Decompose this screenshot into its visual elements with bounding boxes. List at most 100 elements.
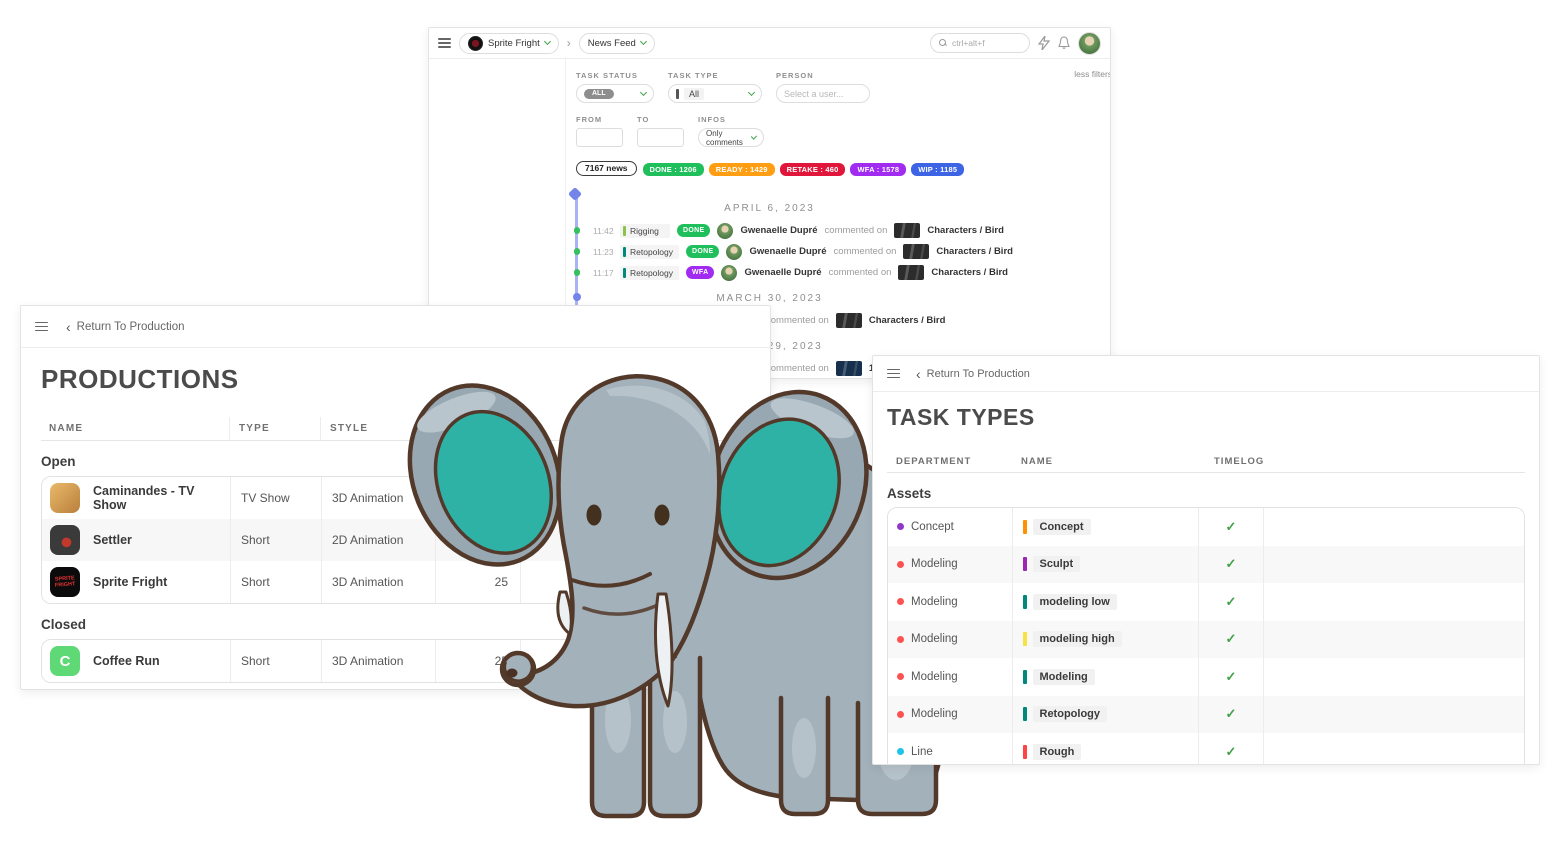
from-input[interactable] xyxy=(576,128,623,147)
production-select-value: Sprite Fright xyxy=(488,38,540,49)
production-thumbnail xyxy=(50,525,80,555)
filters-row-2: FROM TO INFOS Only comments xyxy=(576,115,1110,147)
hamburger-icon[interactable] xyxy=(438,38,451,48)
task-type-row[interactable]: Modeling Sculpt ✓ xyxy=(888,546,1524,584)
person-label: PERSON xyxy=(776,71,870,80)
task-types-table: Concept Concept ✓ Modeling Sculpt ✓ Mode… xyxy=(887,507,1525,765)
target-name[interactable]: Characters / Bird xyxy=(927,225,1004,236)
bell-icon[interactable] xyxy=(1058,36,1070,50)
production-name: Coffee Run xyxy=(93,654,160,668)
task-type-row[interactable]: Modeling modeling high ✓ xyxy=(888,621,1524,659)
feed-date: APRIL 6, 2023 xyxy=(724,203,815,214)
task-type-row[interactable]: Line Rough ✓ xyxy=(888,733,1524,765)
task-types-table-headers: DEPARTMENT NAME TIMELOG xyxy=(887,451,1525,473)
column-header-timelog: TIMELOG xyxy=(1197,456,1263,467)
action-text: commented on xyxy=(829,267,892,278)
department-dot xyxy=(897,673,904,680)
task-type-name: Retopology xyxy=(1033,706,1108,722)
task-color-bar xyxy=(1023,557,1027,571)
production-name: Sprite Fright xyxy=(93,575,167,589)
timeline-date-dot xyxy=(573,293,581,301)
production-select[interactable]: Sprite Fright xyxy=(459,33,559,54)
task-type-row[interactable]: Modeling modeling low ✓ xyxy=(888,583,1524,621)
task-type-row[interactable]: Concept Concept ✓ xyxy=(888,508,1524,546)
task-type-filter: TASK TYPE All xyxy=(668,71,762,103)
task-type-row[interactable]: Modeling Modeling ✓ xyxy=(888,658,1524,696)
stat-badge[interactable]: RETAKE : 460 xyxy=(780,163,846,176)
news-item[interactable]: 11:42 Rigging DONE Gwenaelle Dupré comme… xyxy=(429,220,1110,241)
task-color-bar xyxy=(1023,670,1027,684)
chevron-down-icon xyxy=(748,88,755,95)
from-filter: FROM xyxy=(576,115,623,147)
task-type-select[interactable]: All xyxy=(668,84,762,103)
target-name[interactable]: Characters / Bird xyxy=(869,315,946,326)
task-type-name: Rigging xyxy=(630,226,659,236)
chevron-down-icon xyxy=(751,133,757,139)
stat-badge[interactable]: WIP : 1185 xyxy=(911,163,964,176)
lightning-icon[interactable] xyxy=(1038,36,1050,50)
production-type: TV Show xyxy=(230,477,321,519)
filters-links[interactable]: less filters - hide stats xyxy=(1074,69,1111,79)
person-name: Gwenaelle Dupré xyxy=(749,246,826,257)
task-type-name: Retopology xyxy=(630,268,673,278)
news-total-pill[interactable]: 7167 news xyxy=(576,161,637,176)
stat-badge[interactable]: READY : 1429 xyxy=(709,163,775,176)
check-icon: ✓ xyxy=(1226,556,1237,572)
task-status-label: TASK STATUS xyxy=(576,71,654,80)
preview-thumbnail xyxy=(894,223,920,238)
task-type-color-bar xyxy=(676,89,679,99)
column-header-type: TYPE xyxy=(229,417,320,440)
task-type-label: TASK TYPE xyxy=(668,71,762,80)
target-name[interactable]: Characters / Bird xyxy=(936,246,1013,257)
search-input[interactable]: ctrl+alt+f xyxy=(930,33,1030,53)
task-type-row[interactable]: Modeling Retopology ✓ xyxy=(888,696,1524,734)
action-text: commented on xyxy=(834,246,897,257)
department-name: Modeling xyxy=(911,671,958,683)
column-header-department: DEPARTMENT xyxy=(887,456,1011,467)
elephant-tusk xyxy=(558,592,571,634)
chevron-down-icon xyxy=(640,38,647,45)
return-link-label: Return To Production xyxy=(77,321,185,333)
person-filter: PERSON Select a user... xyxy=(776,71,870,103)
task-status-select[interactable]: ALL xyxy=(576,84,654,103)
return-to-production-link[interactable]: ‹ Return To Production xyxy=(66,320,185,334)
page-select[interactable]: News Feed xyxy=(579,33,655,54)
task-color-bar xyxy=(1023,707,1027,721)
timeline-dot xyxy=(574,248,581,255)
task-color-bar xyxy=(1023,632,1027,646)
task-type-name: Modeling xyxy=(1033,669,1095,685)
timeline-dot xyxy=(574,227,581,234)
task-color-bar xyxy=(623,226,626,236)
avatar xyxy=(726,244,742,260)
section-label: Assets xyxy=(887,486,1525,501)
column-header-name: NAME xyxy=(1011,456,1197,467)
chevron-down-icon xyxy=(544,38,551,45)
news-time: 11:42 xyxy=(593,226,613,236)
search-icon xyxy=(939,39,947,47)
avatar[interactable] xyxy=(1078,32,1101,55)
production-type: Short xyxy=(230,561,321,603)
news-item[interactable]: 11:17 Retopology WFA Gwenaelle Dupré com… xyxy=(429,262,1110,283)
task-type-name: modeling low xyxy=(1033,594,1117,610)
to-input[interactable] xyxy=(637,128,684,147)
stat-badge[interactable]: DONE : 1206 xyxy=(643,163,704,176)
production-type: Short xyxy=(230,640,321,682)
return-link-label: Return To Production xyxy=(927,368,1030,380)
hamburger-icon[interactable] xyxy=(887,369,900,379)
news-item[interactable]: 11:23 Retopology DONE Gwenaelle Dupré co… xyxy=(429,241,1110,262)
department-dot xyxy=(897,561,904,568)
back-chevron-icon: ‹ xyxy=(916,367,921,381)
infos-select[interactable]: Only comments xyxy=(698,128,764,147)
check-icon: ✓ xyxy=(1226,744,1237,760)
to-label: TO xyxy=(637,115,684,124)
target-name[interactable]: Characters / Bird xyxy=(931,267,1008,278)
timeline-dot xyxy=(574,269,581,276)
return-to-production-link[interactable]: ‹ Return To Production xyxy=(916,367,1030,381)
task-type-name: Concept xyxy=(1033,519,1091,535)
action-text: commented on xyxy=(766,315,829,326)
breadcrumb-separator: › xyxy=(567,36,571,50)
preview-thumbnail xyxy=(898,265,924,280)
person-input[interactable]: Select a user... xyxy=(776,84,870,103)
hamburger-icon[interactable] xyxy=(35,322,48,332)
stat-badge[interactable]: WFA : 1578 xyxy=(850,163,906,176)
